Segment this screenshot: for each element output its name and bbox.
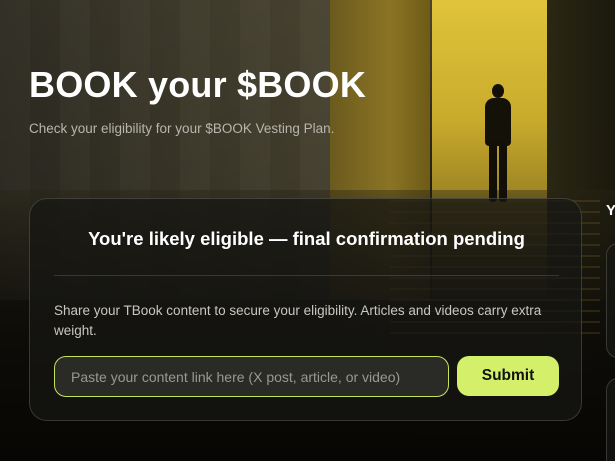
side-panel-card [606, 378, 615, 461]
page-subtitle: Check your eligibility for your $BOOK Ve… [29, 121, 335, 136]
silhouette-figure [481, 84, 515, 202]
page-title: BOOK your $BOOK [29, 64, 367, 105]
side-panel-card [606, 243, 615, 358]
eligibility-status-heading: You're likely eligible — final confirmat… [88, 228, 525, 249]
side-panel-heading: Y [606, 202, 615, 219]
divider [54, 275, 559, 276]
submit-button[interactable]: Submit [457, 356, 559, 396]
eligibility-card: You're likely eligible — final confirmat… [29, 198, 582, 421]
eligibility-description: Share your TBook content to secure your … [54, 303, 542, 338]
content-link-input[interactable] [54, 356, 449, 397]
